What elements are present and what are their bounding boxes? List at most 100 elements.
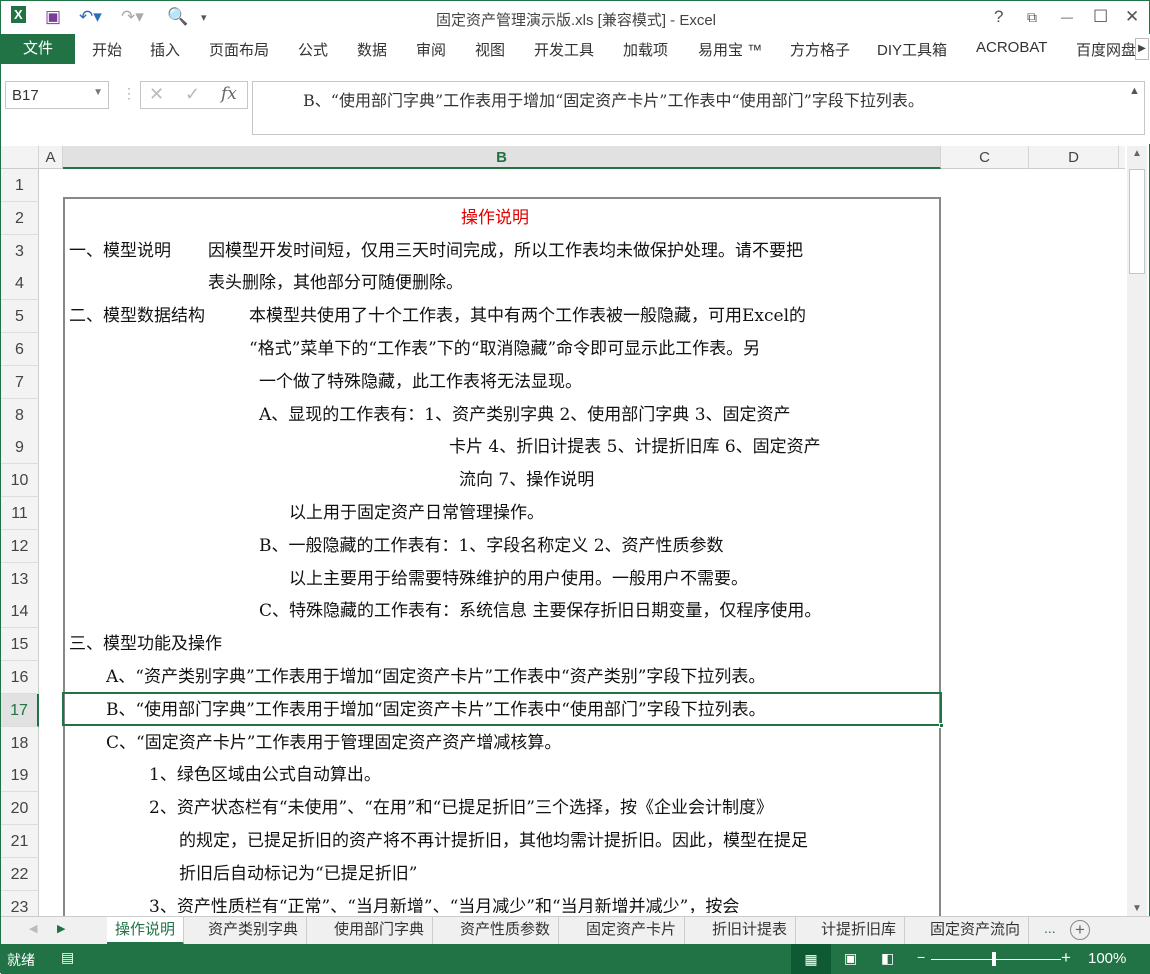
name-box-value: B17 [12, 87, 39, 104]
zoom-slider-thumb[interactable] [992, 952, 996, 966]
chevron-down-icon[interactable]: ▼ [93, 87, 103, 98]
tab-home[interactable]: 开始 [92, 39, 122, 60]
scrollbar-thumb[interactable] [1129, 169, 1145, 274]
column-headers: A B C D [1, 146, 1125, 169]
add-sheet-icon[interactable]: + [1070, 920, 1090, 940]
row-header-9[interactable]: 9 [1, 431, 39, 465]
tab-diy-toolbox[interactable]: DIY工具箱 [877, 39, 947, 60]
instruction-text: 折旧后自动标记为“已提足折旧” [179, 863, 418, 884]
column-header-a[interactable]: A [39, 146, 63, 169]
row-header-16[interactable]: 16 [1, 661, 39, 694]
instruction-text: 二、模型数据结构 [69, 306, 205, 327]
tab-fangfang[interactable]: 方方格子 [790, 39, 850, 60]
minimize-button[interactable]: — [1061, 10, 1073, 24]
drag-handle-icon[interactable]: ⋮ [122, 85, 136, 102]
page-layout-view-icon[interactable]: ▣ [844, 950, 857, 967]
row-header-3[interactable]: 3 [1, 234, 39, 268]
fill-handle[interactable] [939, 723, 944, 728]
select-all-corner[interactable] [1, 146, 39, 169]
tab-yiyongbao[interactable]: 易用宝 ™ [698, 39, 762, 60]
maximize-button[interactable]: ☐ [1093, 7, 1108, 27]
ribbon-display-button[interactable]: ⧉ [1027, 9, 1037, 26]
ribbon-tabs: 开始 插入 页面布局 公式 数据 审阅 视图 开发工具 加载项 易用宝 ™ 方方… [1, 34, 1150, 64]
column-header-d[interactable]: D [1029, 146, 1119, 169]
sheet-tab-asset-category[interactable]: 资产类别字典 [200, 917, 308, 945]
sheet-tab-asset-flow[interactable]: 固定资产流向 [922, 917, 1030, 945]
tab-view[interactable]: 视图 [475, 39, 505, 60]
instruction-text: A、显现的工作表有：1、资产类别字典 2、使用部门字典 3、固定资产 [259, 404, 791, 425]
row-header-7[interactable]: 7 [1, 365, 39, 399]
instruction-text: 以上主要用于给需要特殊维护的用户使用。一般用户不需要。 [289, 568, 748, 589]
row-header-21[interactable]: 21 [1, 825, 39, 858]
row-header-10[interactable]: 10 [1, 464, 39, 498]
scroll-down-icon[interactable]: ▼ [1132, 903, 1142, 914]
tab-baidu-netdisk[interactable]: 百度网盘 [1076, 39, 1136, 60]
close-button[interactable]: ✕ [1125, 7, 1139, 27]
tab-review[interactable]: 审阅 [416, 39, 446, 60]
prev-sheet-icon[interactable]: ◀ [29, 922, 37, 935]
row-header-8[interactable]: 8 [1, 398, 39, 432]
row-header-14[interactable]: 14 [1, 595, 39, 629]
sheet-tab-depreciation[interactable]: 折旧计提表 [704, 917, 797, 945]
row-header-19[interactable]: 19 [1, 759, 39, 793]
tab-page-layout[interactable]: 页面布局 [209, 39, 269, 60]
row-header-2[interactable]: 2 [1, 201, 39, 235]
file-tab[interactable]: 文件 [1, 34, 75, 64]
instruction-text: 1、绿色区域由公式自动算出。 [149, 765, 381, 786]
next-sheet-icon[interactable]: ▶ [57, 922, 65, 935]
zoom-in-button[interactable]: + [1061, 948, 1071, 968]
column-header-b[interactable]: B [63, 146, 941, 169]
normal-view-icon[interactable]: ▦ [791, 944, 831, 974]
sheet-title: 操作说明 [461, 207, 529, 228]
insert-function-icon[interactable]: fx [221, 84, 237, 104]
instruction-text: 本模型共使用了十个工作表，其中有两个工作表被一般隐藏，可用Excel的 [249, 306, 807, 327]
selected-cell-b17[interactable] [62, 692, 944, 728]
sheet-tab-asset-card[interactable]: 固定资产卡片 [578, 917, 686, 945]
instruction-text: 因模型开发时间短，仅用三天时间完成，所以工作表均未做保护处理。请不要把 [208, 240, 803, 261]
title-bar: X ▣ ↶▾ ↷▾ 🔍 ▾ 固定资产管理演示版.xls [兼容模式] - Exc… [1, 1, 1150, 34]
instruction-text: 的规定，已提足折旧的资产将不再计提折旧，其他均需计提折旧。因此，模型在提足 [179, 831, 808, 851]
row-header-1[interactable]: 1 [1, 169, 39, 202]
row-header-20[interactable]: 20 [1, 792, 39, 826]
cancel-icon[interactable]: ✕ [149, 84, 164, 105]
tab-formulas[interactable]: 公式 [298, 39, 328, 60]
sheet-tab-department[interactable]: 使用部门字典 [326, 917, 434, 945]
row-header-13[interactable]: 13 [1, 562, 39, 596]
status-ready: 就绪 [7, 952, 35, 968]
scroll-up-icon[interactable]: ▲ [1132, 148, 1142, 159]
macro-record-icon[interactable]: ▤ [61, 949, 74, 966]
ribbon-scroll-right-icon[interactable]: ▶ [1135, 38, 1149, 60]
instruction-text: “格式”菜单下的“工作表”下的“取消隐藏”命令即可显示此工作表。另 [249, 339, 761, 359]
column-header-c[interactable]: C [941, 146, 1029, 169]
zoom-level[interactable]: 100% [1088, 950, 1126, 967]
name-box[interactable]: B17 ▼ [5, 81, 109, 109]
tab-addins[interactable]: 加载项 [623, 39, 668, 60]
sheet-tab-depreciation-library[interactable]: 计提折旧库 [813, 917, 906, 945]
row-header-22[interactable]: 22 [1, 857, 39, 891]
collapse-formula-bar-icon[interactable]: ▲ [1129, 85, 1140, 97]
page-break-view-icon[interactable]: ◧ [881, 950, 894, 967]
row-header-4[interactable]: 4 [1, 267, 39, 301]
instruction-text: 2、资产状态栏有“未使用”、“在用”和“已提足折旧”三个选择，按《企业会计制度》 [149, 798, 773, 819]
formula-input[interactable]: B、“使用部门字典”工作表用于增加“固定资产卡片”工作表中“使用部门”字段下拉列… [252, 81, 1145, 135]
sheet-tab-instructions[interactable]: 操作说明 [107, 917, 185, 945]
tab-acrobat[interactable]: ACROBAT [976, 39, 1047, 56]
sheet-tab-asset-nature[interactable]: 资产性质参数 [452, 917, 560, 945]
row-header-12[interactable]: 12 [1, 529, 39, 563]
more-sheets[interactable]: ... [1044, 920, 1056, 936]
row-header-15[interactable]: 15 [1, 628, 39, 662]
row-header-17[interactable]: 17 [1, 693, 39, 727]
tab-data[interactable]: 数据 [357, 39, 387, 60]
row-header-6[interactable]: 6 [1, 333, 39, 366]
tab-developer[interactable]: 开发工具 [534, 39, 594, 60]
row-header-5[interactable]: 5 [1, 300, 39, 334]
tab-insert[interactable]: 插入 [150, 39, 180, 60]
zoom-out-button[interactable]: − [917, 949, 925, 965]
zoom-slider[interactable] [931, 959, 1061, 960]
instruction-text: C、“固定资产卡片”工作表用于管理固定资产资产增减核算。 [106, 732, 562, 753]
row-header-18[interactable]: 18 [1, 726, 39, 760]
row-header-11[interactable]: 11 [1, 497, 39, 530]
enter-icon[interactable]: ✓ [185, 84, 200, 105]
instruction-text: 卡片 4、折旧计提表 5、计提折旧库 6、固定资产 [449, 437, 821, 458]
help-button[interactable]: ? [994, 7, 1003, 27]
